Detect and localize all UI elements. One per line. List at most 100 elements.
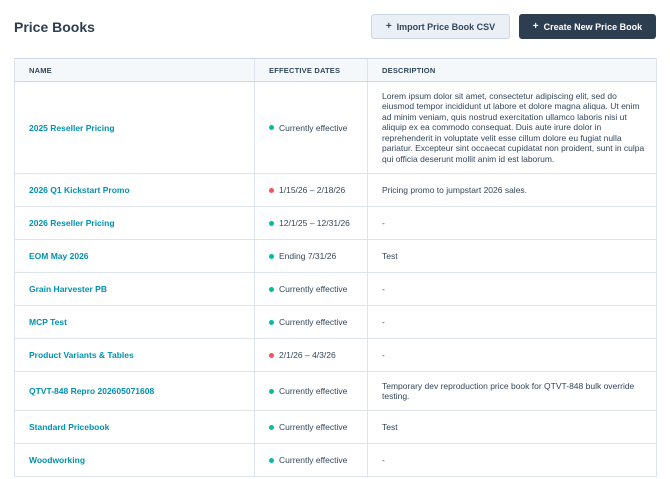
- effective-dates: Ending 7/31/26: [269, 251, 336, 261]
- description-cell: -: [368, 444, 656, 476]
- effective-dates-cell: Currently effective: [255, 444, 368, 476]
- page-title: Price Books: [14, 19, 95, 35]
- effective-dates-cell: Currently effective: [255, 411, 368, 443]
- price-books-table: NAME EFFECTIVE DATES DESCRIPTION 2025 Re…: [14, 58, 657, 477]
- status-dot-icon: [269, 352, 274, 358]
- effective-dates-text: 2/1/26 – 4/3/26: [279, 350, 336, 360]
- status-dot-icon: [269, 286, 274, 292]
- effective-dates-cell: 1/15/26 – 2/18/26: [255, 174, 368, 206]
- effective-dates-text: Currently effective: [279, 455, 348, 465]
- table-row: QTVT-848 Repro 202605071608 Currently eff…: [15, 372, 656, 411]
- name-cell: Standard Pricebook: [15, 411, 255, 443]
- table-row: Product Variants & Tables 2/1/26 – 4/3/26…: [15, 339, 656, 372]
- name-cell: 2026 Reseller Pricing: [15, 207, 255, 239]
- description-text: Test: [382, 250, 398, 261]
- effective-dates-text: 1/15/26 – 2/18/26: [279, 185, 346, 195]
- name-cell: MCP Test: [15, 306, 255, 338]
- price-book-name-link[interactable]: Product Variants & Tables: [29, 350, 134, 360]
- name-cell: Product Variants & Tables: [15, 339, 255, 371]
- column-header-description[interactable]: DESCRIPTION: [368, 59, 656, 81]
- effective-dates-text: Currently effective: [279, 317, 348, 327]
- description-text: -: [382, 283, 385, 294]
- import-price-book-csv-button[interactable]: + Import Price Book CSV: [371, 14, 510, 39]
- description-cell: Pricing promo to jumpstart 2026 sales.: [368, 174, 656, 206]
- description-cell: Lorem ipsum dolor sit amet, consectetur …: [368, 82, 656, 173]
- status-dot-icon: [269, 187, 274, 193]
- create-new-price-book-button[interactable]: + Create New Price Book: [519, 14, 656, 39]
- description-text: Lorem ipsum dolor sit amet, consectetur …: [382, 90, 645, 164]
- description-cell: -: [368, 273, 656, 305]
- effective-dates-cell: Currently effective: [255, 372, 368, 410]
- table-row: Grain Harvester PB Currently effective -: [15, 273, 656, 306]
- effective-dates: Currently effective: [269, 123, 347, 133]
- description-cell: -: [368, 306, 656, 338]
- table-row: 2026 Q1 Kickstart Promo 1/15/26 – 2/18/26…: [15, 174, 656, 207]
- effective-dates: Currently effective: [269, 422, 347, 432]
- name-cell: 2026 Q1 Kickstart Promo: [15, 174, 255, 206]
- plus-icon: +: [385, 21, 392, 32]
- column-header-name[interactable]: NAME: [15, 59, 255, 81]
- name-cell: Woodworking: [15, 444, 255, 476]
- description-text: -: [382, 349, 385, 360]
- table-row: Woodworking Currently effective -: [15, 444, 656, 477]
- table-header: NAME EFFECTIVE DATES DESCRIPTION: [15, 58, 656, 82]
- status-dot-icon: [269, 125, 274, 130]
- status-dot-icon: [269, 319, 274, 325]
- status-dot-icon: [269, 220, 274, 226]
- price-book-name-link[interactable]: 2026 Q1 Kickstart Promo: [29, 185, 130, 195]
- table-row: Standard Pricebook Currently effective Tes…: [15, 411, 656, 444]
- price-book-name-link[interactable]: QTVT-848 Repro 202605071608: [29, 386, 154, 396]
- price-book-name-link[interactable]: 2026 Reseller Pricing: [29, 218, 115, 228]
- status-dot-icon: [269, 388, 274, 394]
- effective-dates-text: Currently effective: [279, 122, 348, 133]
- name-cell: Grain Harvester PB: [15, 273, 255, 305]
- effective-dates-cell: Currently effective: [255, 273, 368, 305]
- table-body: 2025 Reseller Pricing Currently effective…: [15, 82, 656, 477]
- price-book-name-link[interactable]: MCP Test: [29, 317, 67, 327]
- name-cell: 2025 Reseller Pricing: [15, 82, 255, 173]
- price-book-name-link[interactable]: Standard Pricebook: [29, 422, 109, 432]
- effective-dates-cell: 12/1/25 – 12/31/26: [255, 207, 368, 239]
- create-button-label: Create New Price Book: [543, 21, 643, 32]
- effective-dates: Currently effective: [269, 317, 347, 327]
- price-book-name-link[interactable]: 2025 Reseller Pricing: [29, 123, 115, 133]
- status-dot-icon: [269, 424, 274, 430]
- effective-dates: Currently effective: [269, 386, 347, 396]
- effective-dates: 1/15/26 – 2/18/26: [269, 185, 345, 195]
- table-row: EOM May 2026 Ending 7/31/26 Test: [15, 240, 656, 273]
- description-text: -: [382, 217, 385, 228]
- effective-dates-cell: 2/1/26 – 4/3/26: [255, 339, 368, 371]
- name-cell: QTVT-848 Repro 202605071608: [15, 372, 255, 410]
- import-button-label: Import Price Book CSV: [396, 21, 496, 32]
- description-cell: -: [368, 339, 656, 371]
- status-dot-icon: [269, 457, 274, 463]
- description-cell: Temporary dev reproduction price book fo…: [368, 372, 656, 410]
- effective-dates-text: 12/1/25 – 12/31/26: [279, 218, 350, 228]
- price-book-name-link[interactable]: Grain Harvester PB: [29, 284, 107, 294]
- table-row: MCP Test Currently effective -: [15, 306, 656, 339]
- description-text: -: [382, 316, 385, 327]
- effective-dates-text: Currently effective: [279, 422, 348, 432]
- table-row: 2026 Reseller Pricing 12/1/25 – 12/31/26 -: [15, 207, 656, 240]
- page-header: Price Books + Import Price Book CSV + Cr…: [0, 0, 670, 52]
- effective-dates-cell: Currently effective: [255, 306, 368, 338]
- description-text: -: [382, 454, 385, 465]
- description-cell: Test: [368, 240, 656, 272]
- price-book-name-link[interactable]: EOM May 2026: [29, 251, 89, 261]
- plus-icon: +: [532, 21, 539, 32]
- name-cell: EOM May 2026: [15, 240, 255, 272]
- price-book-name-link[interactable]: Woodworking: [29, 455, 85, 465]
- status-dot-icon: [269, 253, 274, 259]
- description-cell: -: [368, 207, 656, 239]
- description-text: Test: [382, 421, 398, 432]
- effective-dates-text: Currently effective: [279, 284, 348, 294]
- effective-dates: 2/1/26 – 4/3/26: [269, 350, 336, 360]
- effective-dates-cell: Ending 7/31/26: [255, 240, 368, 272]
- column-header-effective-dates[interactable]: EFFECTIVE DATES: [255, 59, 368, 81]
- effective-dates-text: Ending 7/31/26: [279, 251, 337, 261]
- effective-dates-text: Currently effective: [279, 386, 348, 396]
- description-cell: Test: [368, 411, 656, 443]
- effective-dates: 12/1/25 – 12/31/26: [269, 218, 350, 228]
- effective-dates: Currently effective: [269, 455, 347, 465]
- table-row: 2025 Reseller Pricing Currently effective…: [15, 82, 656, 174]
